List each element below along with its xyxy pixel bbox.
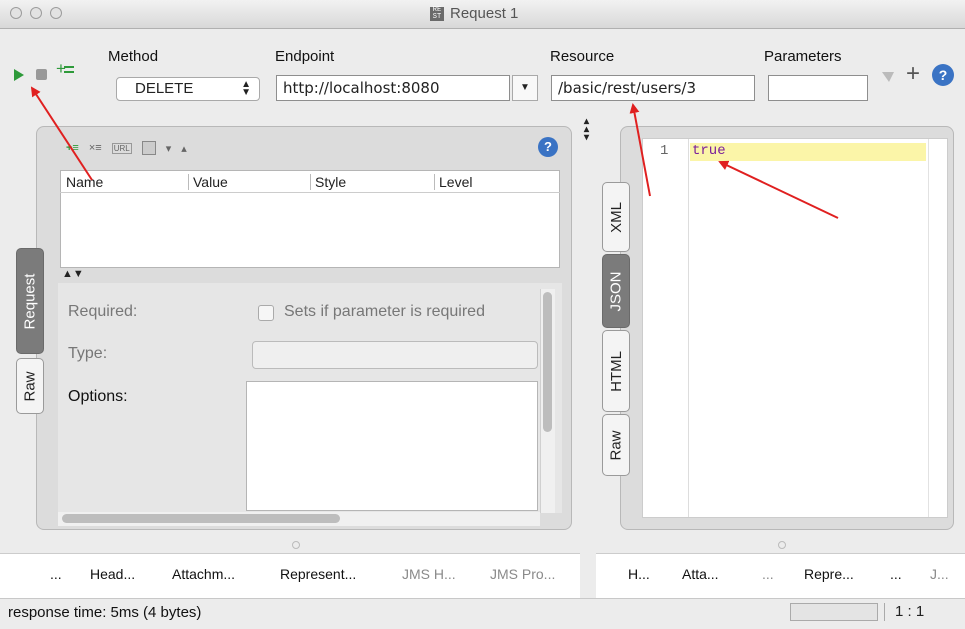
endpoint-dropdown-button[interactable]: ▼ [512,75,538,101]
tab-response-attachments[interactable]: Atta... [682,566,719,582]
move-up-icon[interactable]: ▴ [181,142,187,155]
endpoint-label: Endpoint [275,48,335,65]
options-label: Options: [68,388,128,405]
scroll-thumb[interactable] [543,292,552,432]
window-title: RE ST Request 1 [430,5,518,22]
method-label: Method [108,48,159,65]
params-help-icon[interactable]: ? [538,137,558,157]
window-title-text: Request 1 [450,5,519,22]
tab-more-left[interactable]: ... [50,566,62,582]
editor-margin-line [928,139,929,517]
params-toolbar: +≡ ×≡ URL ▾ ▴ [66,138,266,158]
clear-parameters-icon[interactable] [880,70,896,84]
tab-headers[interactable]: Head... [90,566,135,582]
parameters-label: Parameters [764,48,842,65]
required-label: Required: [68,303,138,320]
required-checkbox-label: Sets if parameter is required [284,303,485,320]
tab-more-right-2[interactable]: ... [890,566,902,582]
table-header-divider [60,192,560,193]
detail-vertical-scrollbar[interactable] [540,289,555,513]
tab-more-right[interactable]: ... [762,566,774,582]
split-toggle-icon[interactable]: ▴ ▴ ▾ [584,117,589,143]
right-panel-resize-handle[interactable] [778,541,786,549]
detail-horizontal-scrollbar[interactable] [58,512,540,526]
help-icon[interactable]: ? [932,64,954,86]
tab-jms-properties[interactable]: JMS Pro... [490,566,555,582]
method-value: DELETE [135,80,194,97]
close-window-button[interactable] [10,7,22,19]
tab-xml[interactable]: XML [602,182,630,252]
left-panel-resize-handle[interactable] [292,541,300,549]
extract-url-icon[interactable]: URL [111,142,132,154]
right-bottom-tabbar [596,553,965,598]
tab-request[interactable]: Request [16,248,44,354]
type-select[interactable] [252,341,538,369]
run-request-icon[interactable] [12,68,26,82]
add-step-icon[interactable]: + [56,60,74,77]
minimize-window-button[interactable] [30,7,42,19]
required-checkbox[interactable] [258,305,274,321]
tab-attachments[interactable]: Attachm... [172,566,235,582]
line-number-gutter [642,139,689,517]
options-textarea[interactable] [246,381,538,511]
hscroll-thumb[interactable] [62,514,340,523]
tab-response-jms[interactable]: J... [930,566,949,582]
column-header-level[interactable]: Level [434,174,472,190]
zoom-window-button[interactable] [50,7,62,19]
splitter-arrows-icon[interactable]: ▲▼ [62,268,84,280]
type-label: Type: [68,345,108,362]
rest-logo-icon: RE ST [430,7,444,22]
clone-param-icon[interactable] [141,141,156,155]
resource-input[interactable]: /basic/rest/users/3 [551,75,755,101]
response-value: true [692,143,726,159]
status-text: response time: 5ms (4 bytes) [8,604,202,621]
column-header-value[interactable]: Value [188,174,228,190]
tab-representations[interactable]: Represent... [280,566,356,582]
parameters-input[interactable] [768,75,868,101]
tab-jms-headers[interactable]: JMS H... [402,566,456,582]
stop-icon[interactable] [36,69,47,80]
line-number: 1 [660,143,669,159]
column-header-name[interactable]: Name [66,174,103,190]
add-param-icon[interactable]: +≡ [66,142,79,154]
resource-label: Resource [550,48,615,65]
tab-raw-request[interactable]: Raw [16,358,44,414]
move-down-icon[interactable]: ▾ [166,142,172,155]
method-select[interactable]: DELETE ▲ ▼ [116,77,260,101]
tab-html[interactable]: HTML [602,330,630,412]
column-header-style[interactable]: Style [310,174,346,190]
tab-response-representations[interactable]: Repre... [804,566,854,582]
tab-json[interactable]: JSON [602,254,630,328]
progress-bar [790,603,878,621]
tab-raw-response[interactable]: Raw [602,414,630,476]
stepper-icon: ▲ ▼ [241,79,251,98]
tab-response-headers[interactable]: H... [628,566,650,582]
add-parameter-icon[interactable]: + [906,62,920,86]
remove-param-icon[interactable]: ×≡ [89,142,102,154]
cursor-position: 1 : 1 [884,603,924,621]
endpoint-input[interactable]: http://localhost:8080 [276,75,510,101]
